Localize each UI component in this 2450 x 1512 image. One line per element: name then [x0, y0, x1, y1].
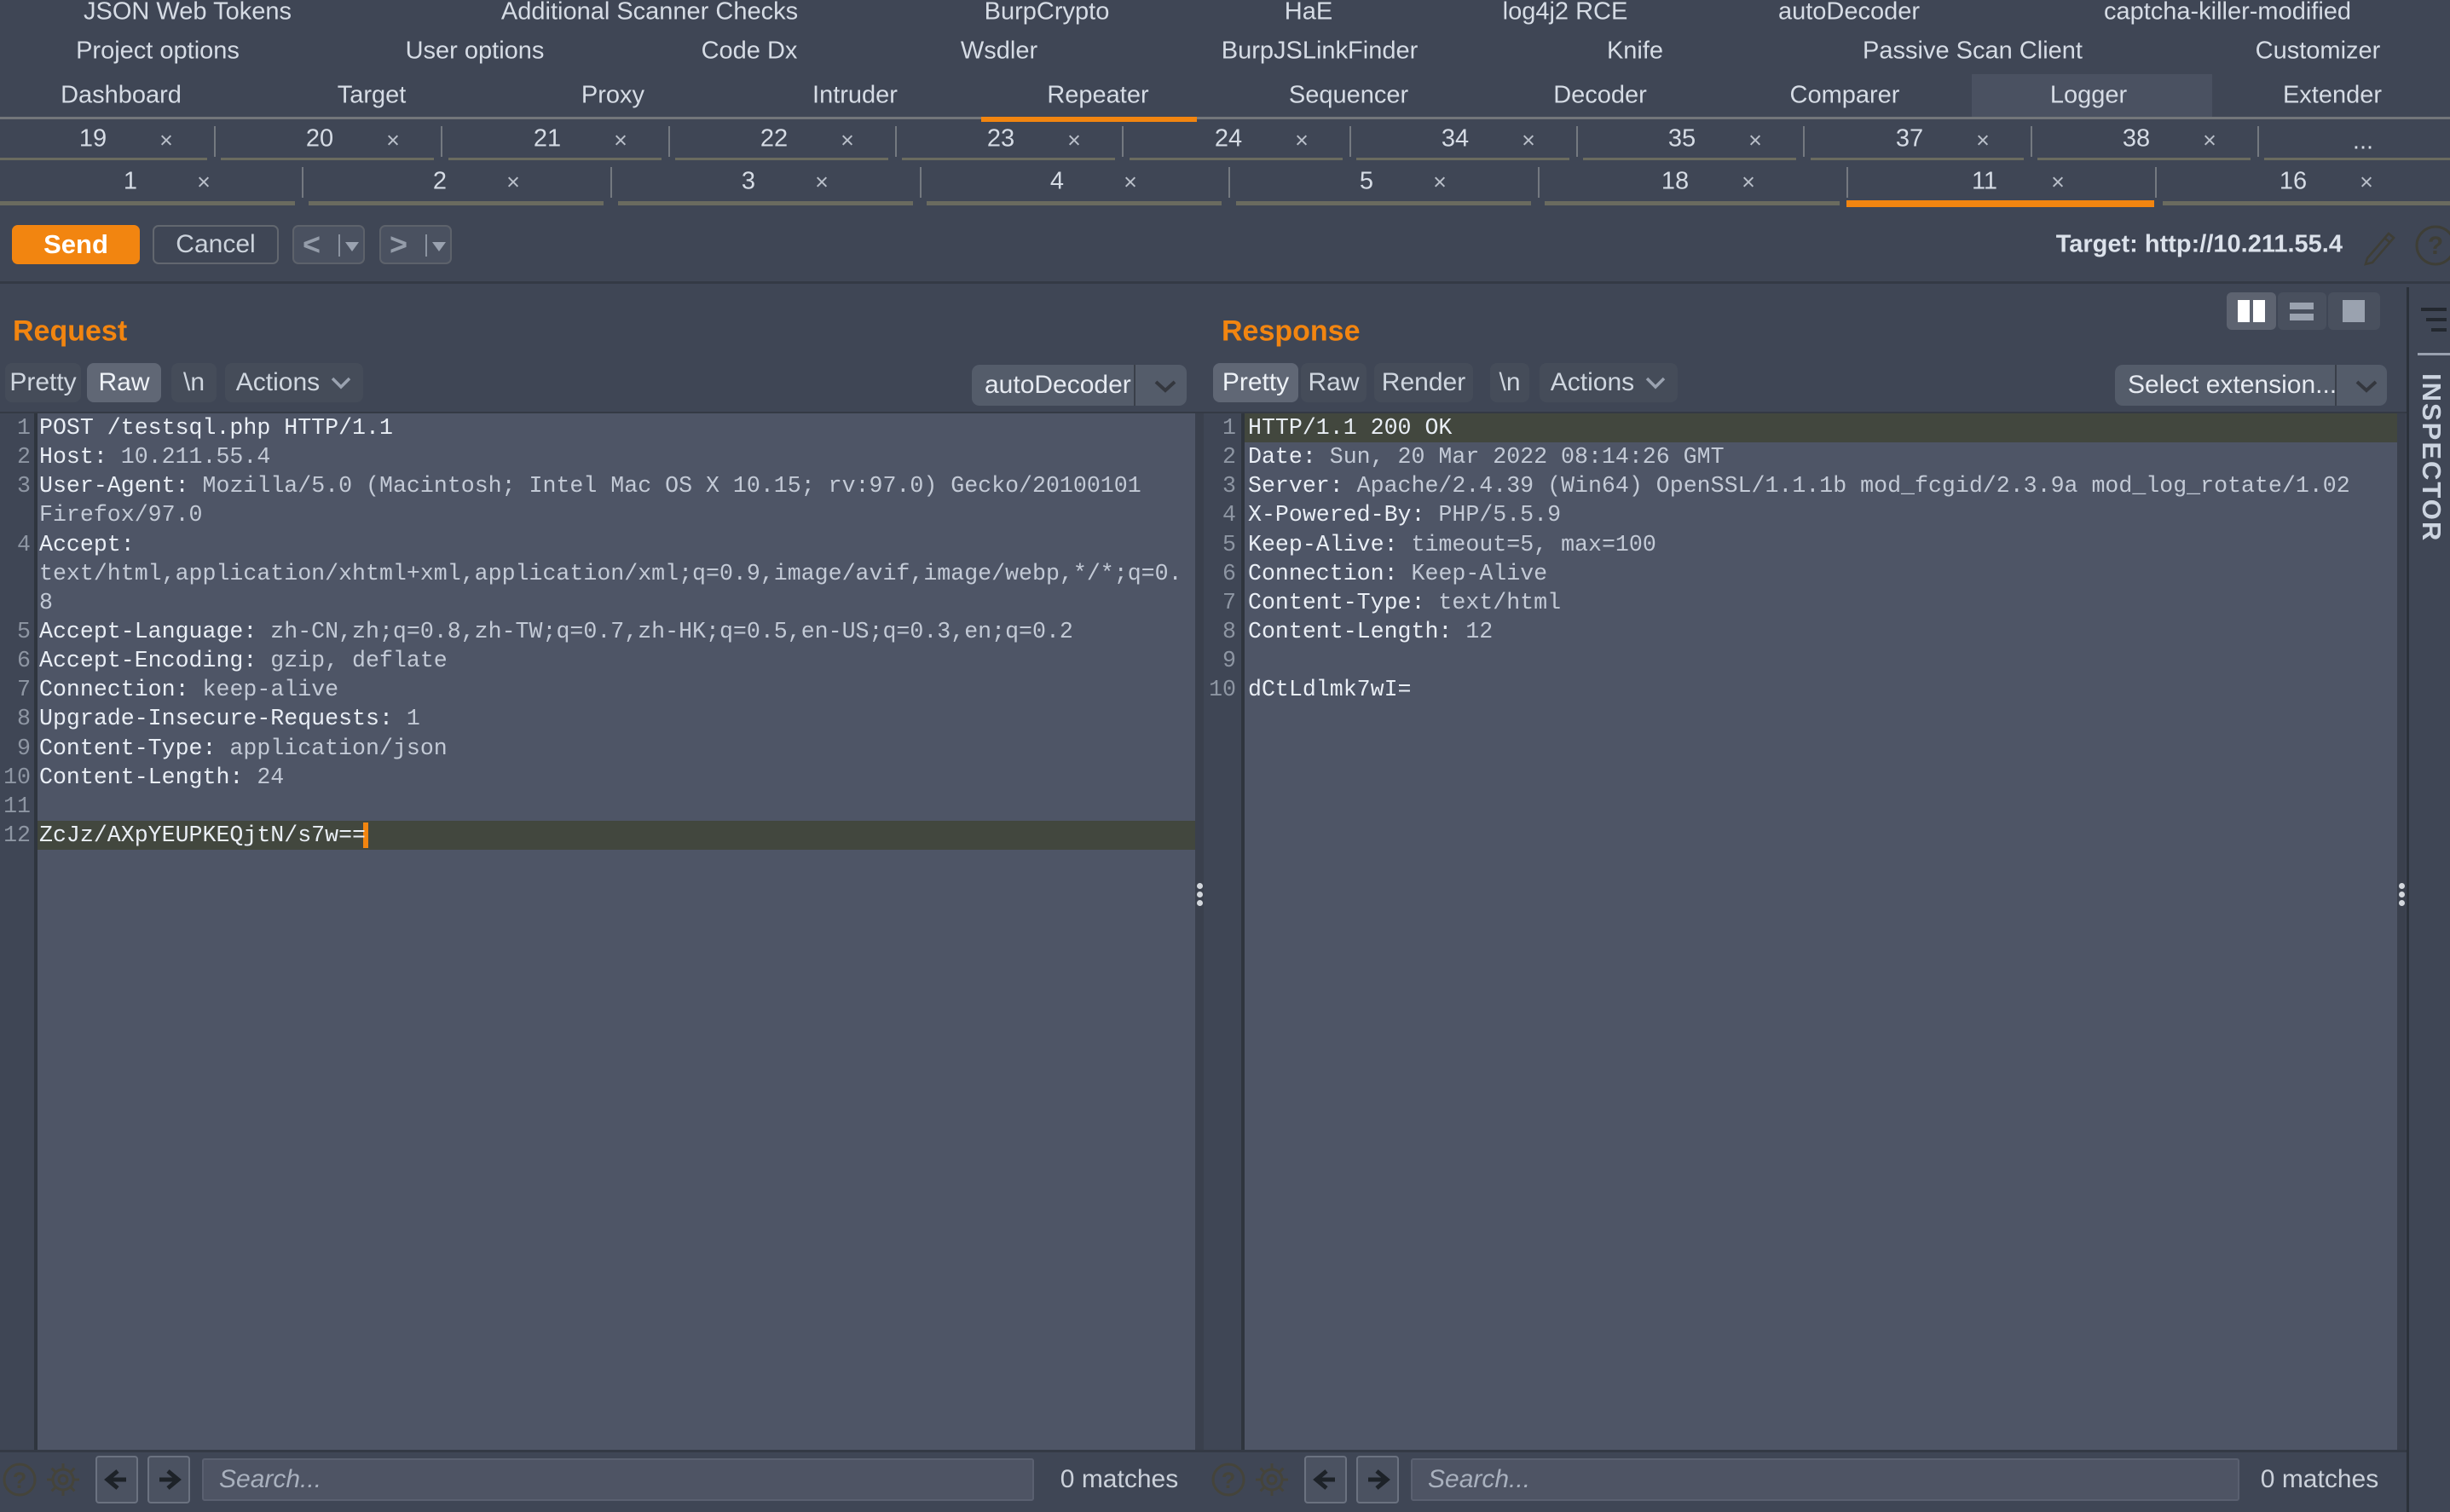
svg-text:?: ? [1222, 1468, 1236, 1493]
svg-text:?: ? [2428, 232, 2443, 260]
svg-text:?: ? [13, 1468, 27, 1493]
